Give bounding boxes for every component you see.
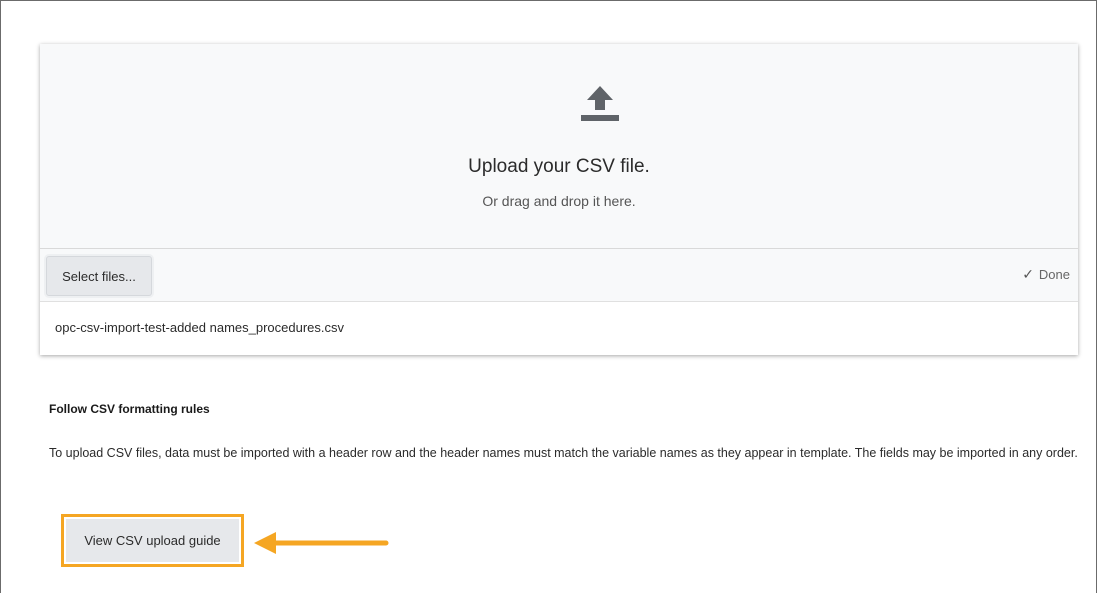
upload-icon: [581, 86, 619, 121]
upload-card: Upload your CSV file. Or drag and drop i…: [40, 44, 1078, 355]
upload-title: Upload your CSV file.: [468, 156, 650, 177]
upload-status-label: Done: [1038, 267, 1070, 282]
check-icon: ✓: [1022, 266, 1034, 282]
upload-status: ✓ Done: [1022, 266, 1070, 283]
guide-button-highlight: View CSV upload guide: [61, 514, 244, 567]
upload-toolbar: Select files... ✓ Done: [40, 249, 1078, 302]
dropzone[interactable]: Upload your CSV file. Or drag and drop i…: [40, 44, 1078, 249]
rules-text: To upload CSV files, data must be import…: [49, 446, 1078, 460]
arrow-left-icon: [254, 532, 389, 554]
rules-heading: Follow CSV formatting rules: [49, 402, 210, 416]
upload-subtitle: Or drag and drop it here.: [482, 193, 636, 209]
file-name: opc-csv-import-test-added names_procedur…: [55, 320, 345, 335]
select-files-button[interactable]: Select files...: [46, 256, 152, 296]
view-csv-guide-button[interactable]: View CSV upload guide: [66, 519, 239, 562]
file-list-item: opc-csv-import-test-added names_procedur…: [40, 302, 1078, 355]
